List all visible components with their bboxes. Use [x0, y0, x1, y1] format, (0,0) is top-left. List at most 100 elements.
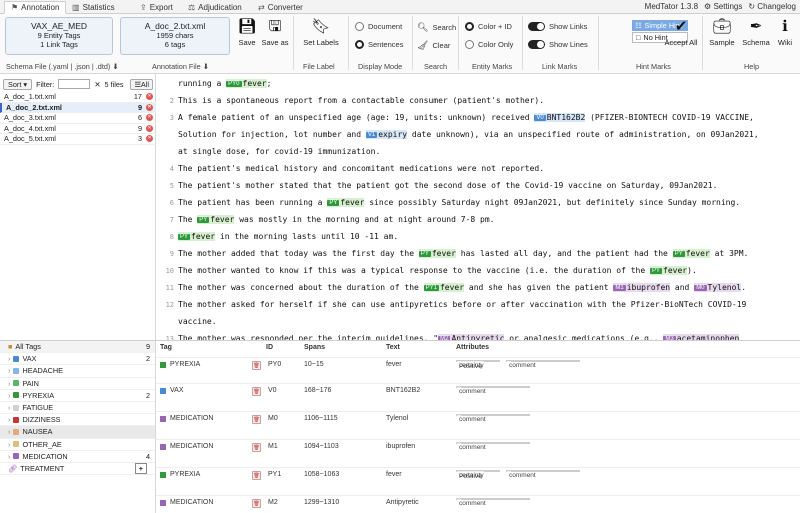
expand-icon[interactable]: ›	[8, 452, 10, 461]
set-labels-button[interactable]: 🔖︎ Set Labels	[303, 18, 339, 47]
entity-mark[interactable]: PY fever	[672, 249, 710, 258]
attribute-field[interactable]: certainty Positive	[456, 470, 500, 480]
attribute-field[interactable]: comment	[506, 470, 580, 479]
sort-button[interactable]: Sort ▾	[3, 78, 33, 90]
attribute-value[interactable]	[457, 415, 461, 424]
save-as-button[interactable]: 🖫︎ Save as	[260, 18, 290, 47]
file-item[interactable]: A_doc_1.txt.xml 17 ✕	[0, 92, 156, 103]
wiki-button[interactable]: ℹ︎ Wiki	[772, 18, 798, 47]
attribute-field[interactable]: comment	[456, 414, 530, 423]
document-editor[interactable]: running a PY0 fever; 2 This is a spontaneou…	[156, 74, 800, 340]
link-tag-treatment[interactable]: 🔗︎ TREATMENT +	[0, 462, 155, 476]
entity-mark[interactable]: V0 BNT162B2	[534, 113, 586, 122]
tag-item-nausea[interactable]: › NAUSEA	[0, 426, 155, 439]
tab-annotation[interactable]: ⚑ Annotation	[4, 1, 67, 14]
settings-link[interactable]: ⚙ Settings	[704, 2, 742, 11]
expand-icon[interactable]: ›	[8, 379, 10, 388]
show-lines-toggle[interactable]: Show Lines	[528, 40, 588, 49]
annotation-row[interactable]: MEDICATION 🗑︎ M0 1106~1115 Tylenol comment	[156, 411, 800, 437]
color-id-radio[interactable]: Color + ID	[465, 22, 512, 31]
attribute-field[interactable]: comment	[456, 498, 530, 507]
file-item[interactable]: A_doc_3.txt.xml 6 ✕	[0, 113, 156, 124]
entity-mark[interactable]: PY fever	[327, 198, 365, 207]
attribute-value[interactable]	[507, 471, 511, 480]
expand-icon[interactable]: ›	[8, 366, 10, 375]
annotation-row[interactable]: MEDICATION 🗑︎ M2 1299~1310 Antipyretic commen…	[156, 495, 800, 513]
remove-file-icon[interactable]: ✕	[146, 114, 153, 122]
tag-item-pyrexia[interactable]: › PYREXIA 2	[0, 390, 155, 402]
delete-icon[interactable]: 🗑︎	[252, 443, 261, 452]
attribute-field[interactable]: comment	[456, 442, 530, 451]
annotation-row[interactable]: VAX 🗑︎ V0 168~176 BNT162B2 comment	[156, 383, 800, 409]
tag-item-other-ae[interactable]: › OTHER_AE	[0, 439, 155, 451]
entity-mark[interactable]: PY0 fever	[226, 79, 267, 88]
display-sentences-radio[interactable]: Sentences	[355, 40, 403, 49]
delete-icon[interactable]: 🗑︎	[252, 387, 261, 396]
annotation-row[interactable]: PYREXIA 🗑︎ PY1 1058~1063 fever certainty Posit…	[156, 467, 800, 493]
attribute-value[interactable]	[457, 443, 461, 452]
annotation-row[interactable]: PYREXIA 🗑︎ PY0 10~15 fever certainty Positive c…	[156, 357, 800, 383]
entity-mark[interactable]: PY1 fever	[423, 283, 465, 292]
entity-mark[interactable]: M0 Tylenol	[694, 283, 742, 292]
tab-export[interactable]: ⇪ Export	[134, 1, 179, 14]
remove-file-icon[interactable]: ✕	[146, 124, 153, 132]
filter-input[interactable]	[58, 79, 91, 89]
file-item-selected[interactable]: A_doc_2.txt.xml 9 ✕	[0, 102, 156, 113]
attribute-value[interactable]	[457, 387, 461, 396]
remove-file-icon[interactable]: ✕	[146, 135, 153, 143]
all-files-button[interactable]: ☰All	[130, 78, 153, 90]
tag-item-all[interactable]: ■ All Tags 9	[0, 341, 155, 354]
show-links-toggle[interactable]: Show Links	[528, 22, 587, 31]
search-button[interactable]: 🔍︎ Search	[417, 22, 456, 33]
entity-mark[interactable]: M1 ibuprofen	[613, 283, 671, 292]
attribute-field[interactable]: certainty Positive	[456, 360, 500, 370]
schema-file-box[interactable]: VAX_AE_MED 9 Entity Tags 1 Link Tags	[5, 17, 113, 55]
attribute-value[interactable]	[507, 361, 511, 370]
entity-mark[interactable]: PY fever	[197, 215, 235, 224]
expand-icon[interactable]: ›	[8, 415, 10, 424]
file-item[interactable]: A_doc_4.txt.xml 9 ✕	[0, 124, 156, 134]
attribute-field[interactable]: comment	[506, 360, 580, 369]
expand-icon[interactable]: ›	[8, 427, 10, 436]
tag-item-headache[interactable]: › HEADACHE	[0, 365, 155, 378]
entity-mark[interactable]: PY fever	[418, 249, 456, 258]
annotation-file-box[interactable]: A_doc_2.txt.xml 1959 chars 6 tags	[120, 17, 230, 55]
delete-icon[interactable]: 🗑︎	[252, 471, 261, 480]
tag-item-vax[interactable]: › VAX 2	[0, 353, 155, 366]
accept-all-button[interactable]: ✔︎ Accept All	[664, 18, 698, 47]
color-only-radio[interactable]: Color Only	[465, 40, 513, 49]
file-item[interactable]: A_doc_5.txt.xml 3 ✕	[0, 134, 156, 145]
tag-item-fatigue[interactable]: › FATIGUE	[0, 402, 155, 415]
save-button[interactable]: 💾︎ Save	[232, 18, 262, 47]
sample-button[interactable]: 💼︎ Sample	[707, 18, 737, 47]
delete-icon[interactable]: 🗑︎	[252, 415, 261, 424]
expand-icon[interactable]: ›	[8, 440, 10, 449]
remove-file-icon[interactable]: ✕	[146, 93, 153, 101]
clear-search-button[interactable]: 🧹︎ Clear	[417, 40, 450, 51]
entity-mark[interactable]: V1 expiry	[365, 130, 408, 139]
expand-icon[interactable]: ›	[8, 354, 10, 363]
tag-item-dizziness[interactable]: › DIZZINESS	[0, 414, 155, 427]
display-document-radio[interactable]: Document	[355, 22, 402, 31]
clear-filter-icon[interactable]: ✕	[94, 80, 100, 89]
tab-statistics[interactable]: ▥ Statistics	[66, 1, 121, 14]
tag-item-pain[interactable]: › PAIN	[0, 378, 155, 390]
schema-editor-button[interactable]: ✒︎ Schema	[741, 18, 771, 47]
attribute-value[interactable]	[457, 499, 461, 508]
tab-adjudication[interactable]: ⚖ Adjudication	[182, 1, 248, 14]
tab-converter[interactable]: ⇄ Converter	[252, 1, 309, 14]
attribute-value[interactable]: Positive	[457, 361, 484, 370]
entity-mark[interactable]: PY fever	[650, 266, 688, 275]
expand-icon[interactable]: ›	[8, 403, 10, 412]
download-icon[interactable]: ⬇	[203, 62, 209, 71]
remove-file-icon[interactable]: ✕	[146, 103, 153, 111]
attribute-value[interactable]: Positive	[457, 471, 484, 480]
delete-icon[interactable]: 🗑︎	[252, 499, 261, 508]
expand-icon[interactable]: ›	[8, 391, 10, 400]
annotation-row[interactable]: MEDICATION 🗑︎ M1 1094~1103 ibuprofen comment	[156, 439, 800, 465]
changelog-link[interactable]: ↻ Changelog	[748, 2, 796, 11]
download-icon[interactable]: ⬇	[112, 62, 118, 71]
add-link-button[interactable]: +	[134, 462, 147, 474]
entity-mark[interactable]: PY fever	[178, 232, 216, 241]
delete-icon[interactable]: 🗑︎	[252, 361, 261, 370]
